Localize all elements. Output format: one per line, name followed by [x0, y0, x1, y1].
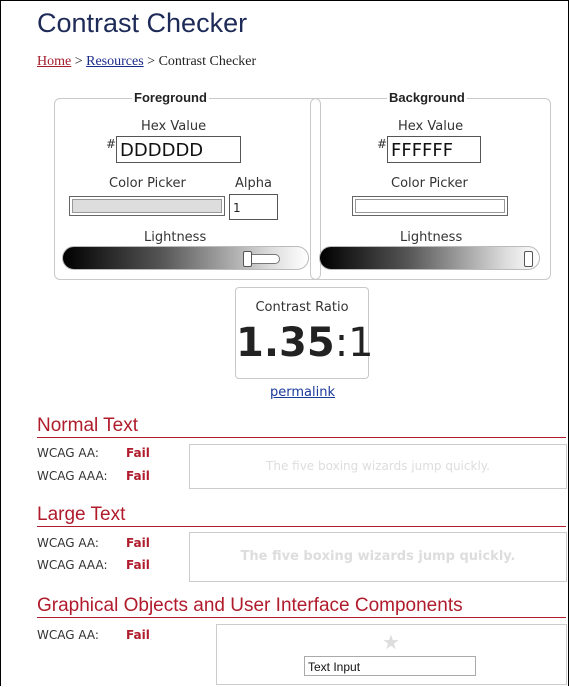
foreground-picker-label: Color Picker: [109, 176, 186, 191]
foreground-legend: Foreground: [132, 90, 209, 105]
foreground-color-swatch: [72, 199, 222, 213]
large-text-sample: The five boxing wizards jump quickly.: [189, 532, 567, 582]
wcag-aa-result: Fail: [126, 628, 150, 642]
background-hex-label: Hex Value: [398, 119, 464, 134]
background-hex-input[interactable]: FFFFFF: [387, 136, 481, 163]
contrast-ratio-value: 1.35:1: [236, 320, 374, 366]
foreground-lightness-slider[interactable]: [62, 246, 309, 270]
wcag-aa-label: WCAG AA:: [37, 446, 99, 460]
contrast-ratio-label: Contrast Ratio: [255, 300, 349, 315]
alpha-label: Alpha: [235, 176, 272, 191]
background-color-picker[interactable]: [352, 196, 508, 216]
large-text-heading: Large Text: [37, 504, 126, 525]
breadcrumb-home-link[interactable]: Home: [37, 54, 71, 69]
background-color-swatch: [355, 199, 505, 213]
alpha-input[interactable]: 1: [229, 194, 278, 220]
graphical-objects-heading: Graphical Objects and User Interface Com…: [37, 595, 463, 616]
wcag-aa-label: WCAG AA:: [37, 628, 99, 642]
hash-symbol: #: [106, 137, 117, 151]
normal-text-heading: Normal Text: [37, 415, 139, 436]
wcag-aaa-result: Fail: [126, 558, 150, 572]
page-title: Contrast Checker: [37, 8, 248, 38]
background-lightness-label: Lightness: [400, 230, 463, 245]
breadcrumb: Home > Resources > Contrast Checker: [37, 54, 256, 70]
contrast-ratio-panel: Contrast Ratio 1.35:1: [235, 287, 374, 379]
breadcrumb-separator: >: [147, 54, 156, 69]
foreground-panel: Foreground Hex Value # DDDDDD Color Pick…: [54, 90, 321, 280]
foreground-lightness-handle[interactable]: [243, 251, 252, 267]
wcag-aaa-label: WCAG AAA:: [37, 558, 108, 572]
section-divider: [37, 526, 566, 527]
foreground-lightness-label: Lightness: [144, 230, 207, 245]
wcag-aa-result: Fail: [126, 536, 150, 550]
contrast-ratio-suffix: :1: [334, 320, 374, 366]
hash-symbol: #: [377, 137, 388, 151]
breadcrumb-current: Contrast Checker: [158, 54, 257, 69]
star-icon: ★: [382, 630, 400, 654]
background-legend: Background: [387, 90, 467, 105]
foreground-color-picker[interactable]: [69, 196, 225, 216]
wcag-aaa-result: Fail: [126, 469, 150, 483]
background-picker-label: Color Picker: [391, 176, 468, 191]
wcag-aaa-label: WCAG AAA:: [37, 469, 108, 483]
section-divider: [37, 437, 566, 438]
foreground-hex-input[interactable]: DDDDDD: [116, 136, 241, 163]
background-lightness-handle[interactable]: [524, 251, 533, 267]
sample-text-input[interactable]: Text Input: [304, 656, 476, 676]
wcag-aa-label: WCAG AA:: [37, 536, 99, 550]
normal-text-sample: The five boxing wizards jump quickly.: [189, 444, 567, 489]
breadcrumb-separator: >: [74, 54, 83, 69]
contrast-ratio-number: 1.35: [236, 320, 335, 366]
wcag-aa-result: Fail: [126, 446, 150, 460]
background-panel: Background Hex Value # FFFFFF Color Pick…: [310, 90, 551, 280]
section-divider: [37, 617, 566, 618]
permalink-link[interactable]: permalink: [270, 385, 335, 400]
breadcrumb-resources-link[interactable]: Resources: [86, 54, 144, 69]
background-lightness-slider[interactable]: [319, 246, 540, 270]
foreground-hex-label: Hex Value: [141, 119, 207, 134]
